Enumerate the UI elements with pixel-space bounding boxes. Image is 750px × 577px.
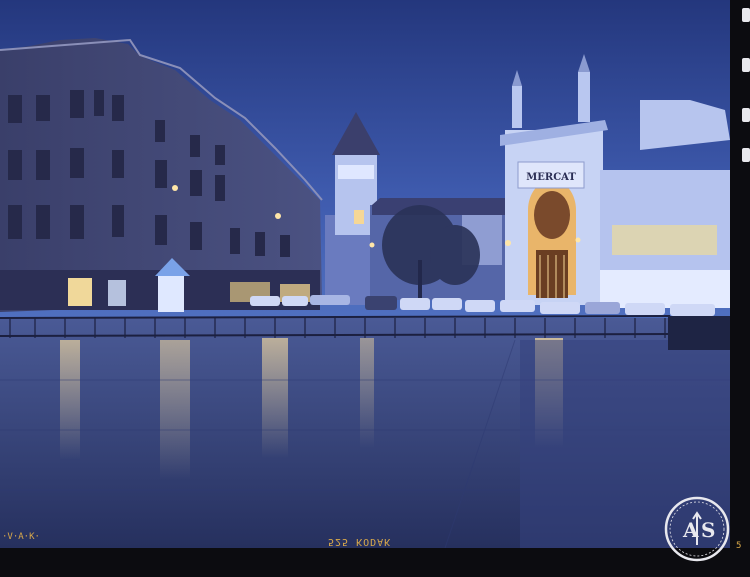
sprocket-hole <box>742 108 750 122</box>
film-edge-right <box>730 0 750 577</box>
film-frame: MERCAT ·V·A·K· 525 KODAK 5 A S <box>0 0 750 577</box>
film-edge-bottom <box>0 548 750 577</box>
svg-text:S: S <box>701 518 715 542</box>
frame-number: 5 <box>736 541 742 551</box>
archive-stamp-logo: A S <box>664 496 730 562</box>
night-street-photo: MERCAT <box>0 0 730 548</box>
mercat-sign: MERCAT <box>526 172 576 183</box>
sprocket-hole <box>742 8 750 22</box>
sprocket-hole <box>742 58 750 72</box>
sprocket-hole <box>742 148 750 162</box>
film-edge-code: 525 KODAK <box>328 536 392 547</box>
film-edge-code-left: ·V·A·K· <box>2 532 40 542</box>
